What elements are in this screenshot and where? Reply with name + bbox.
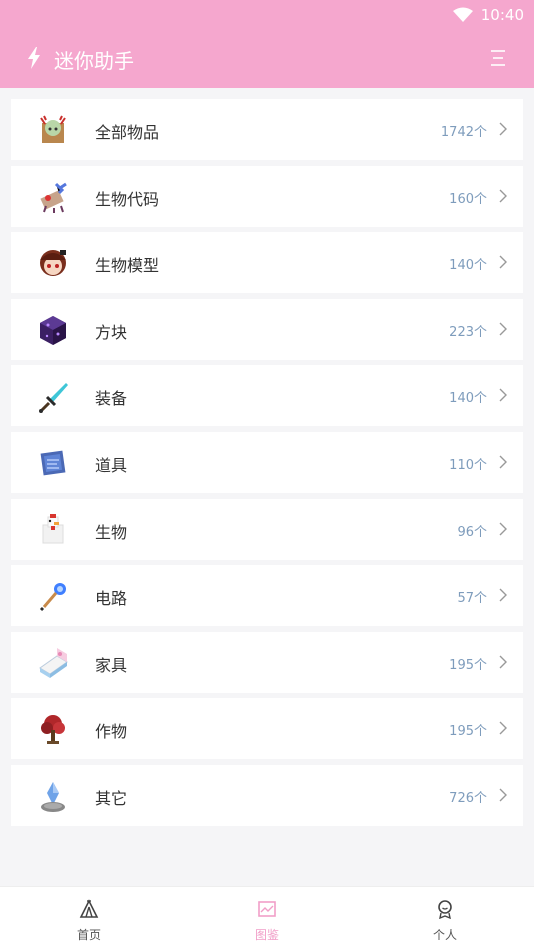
category-row[interactable]: 方块 223个 xyxy=(11,299,523,360)
tree-icon xyxy=(41,715,65,744)
category-count: 726个 xyxy=(449,791,487,806)
category-label: 全部物品 xyxy=(95,123,160,142)
title-bar: 迷你助手 xyxy=(0,38,534,78)
category-label: 生物代码 xyxy=(95,190,160,209)
chicken-icon xyxy=(42,514,64,544)
sword-icon xyxy=(39,383,68,413)
category-label: 生物模型 xyxy=(95,256,160,275)
tab-label: 个人 xyxy=(432,928,457,942)
menu-icon[interactable] xyxy=(488,48,508,68)
scroll-icon xyxy=(40,450,66,476)
picture-icon xyxy=(258,901,276,917)
wifi-icon xyxy=(452,7,473,22)
wand-icon xyxy=(39,583,66,612)
category-row[interactable]: 生物 96个 xyxy=(11,499,523,560)
chevron-right-icon xyxy=(499,189,507,203)
category-label: 作物 xyxy=(95,722,128,741)
category-label: 方块 xyxy=(95,323,128,342)
category-row[interactable]: 全部物品 1742个 xyxy=(11,99,523,160)
tab-2[interactable]: 个人 xyxy=(356,887,534,949)
chevron-right-icon xyxy=(499,721,507,735)
category-count: 110个 xyxy=(449,458,487,473)
tab-label: 首页 xyxy=(76,928,101,942)
category-count: 160个 xyxy=(449,192,487,207)
all-items-icon xyxy=(40,115,66,143)
category-row[interactable]: 作物 195个 xyxy=(11,698,523,759)
tab-label: 图鉴 xyxy=(254,928,279,942)
category-count: 1742个 xyxy=(440,125,487,140)
category-label: 装备 xyxy=(95,389,128,408)
category-count: 195个 xyxy=(449,724,487,739)
chevron-right-icon xyxy=(499,522,507,536)
category-label: 道具 xyxy=(95,456,128,475)
profile-icon xyxy=(438,900,452,919)
category-label: 其它 xyxy=(95,789,128,808)
category-count: 140个 xyxy=(449,391,487,406)
app-title: 迷你助手 xyxy=(54,49,134,73)
tent-icon xyxy=(79,899,99,918)
status-bar: 10:40 xyxy=(452,4,524,26)
crystal-icon xyxy=(41,782,65,812)
category-label: 家具 xyxy=(95,656,128,675)
chevron-right-icon xyxy=(499,588,507,602)
tab-1[interactable]: 图鉴 xyxy=(178,887,356,949)
category-count: 195个 xyxy=(449,658,487,673)
category-row[interactable]: 生物代码 160个 xyxy=(11,166,523,227)
chevron-right-icon xyxy=(499,655,507,669)
category-row[interactable]: 电路 57个 xyxy=(11,565,523,626)
category-label: 电路 xyxy=(95,589,128,608)
chevron-right-icon xyxy=(499,455,507,469)
chevron-right-icon xyxy=(499,388,507,402)
category-count: 57个 xyxy=(457,591,487,606)
chevron-right-icon xyxy=(499,788,507,802)
chevron-right-icon xyxy=(499,255,507,269)
tab-0[interactable]: 首页 xyxy=(0,887,178,949)
chevron-right-icon xyxy=(499,322,507,336)
category-row[interactable]: 道具 110个 xyxy=(11,432,523,493)
bed-icon xyxy=(39,648,68,678)
category-row[interactable]: 生物模型 140个 xyxy=(11,232,523,293)
category-row[interactable]: 其它 726个 xyxy=(11,765,523,826)
block-icon xyxy=(40,316,66,345)
creature-model-icon xyxy=(40,250,66,276)
category-row[interactable]: 装备 140个 xyxy=(11,365,523,426)
app-header: 10:40 迷你助手 xyxy=(0,0,534,88)
category-label: 生物 xyxy=(95,523,128,542)
category-count: 223个 xyxy=(449,325,487,340)
status-time: 10:40 xyxy=(480,6,524,24)
chevron-right-icon xyxy=(499,122,507,136)
category-count: 96个 xyxy=(457,525,487,540)
bottom-nav: 首页 图鉴 个人 xyxy=(0,886,534,949)
creature-code-icon xyxy=(40,182,67,213)
category-count: 140个 xyxy=(449,258,487,273)
bolt-icon xyxy=(28,47,40,69)
category-row[interactable]: 家具 195个 xyxy=(11,632,523,693)
